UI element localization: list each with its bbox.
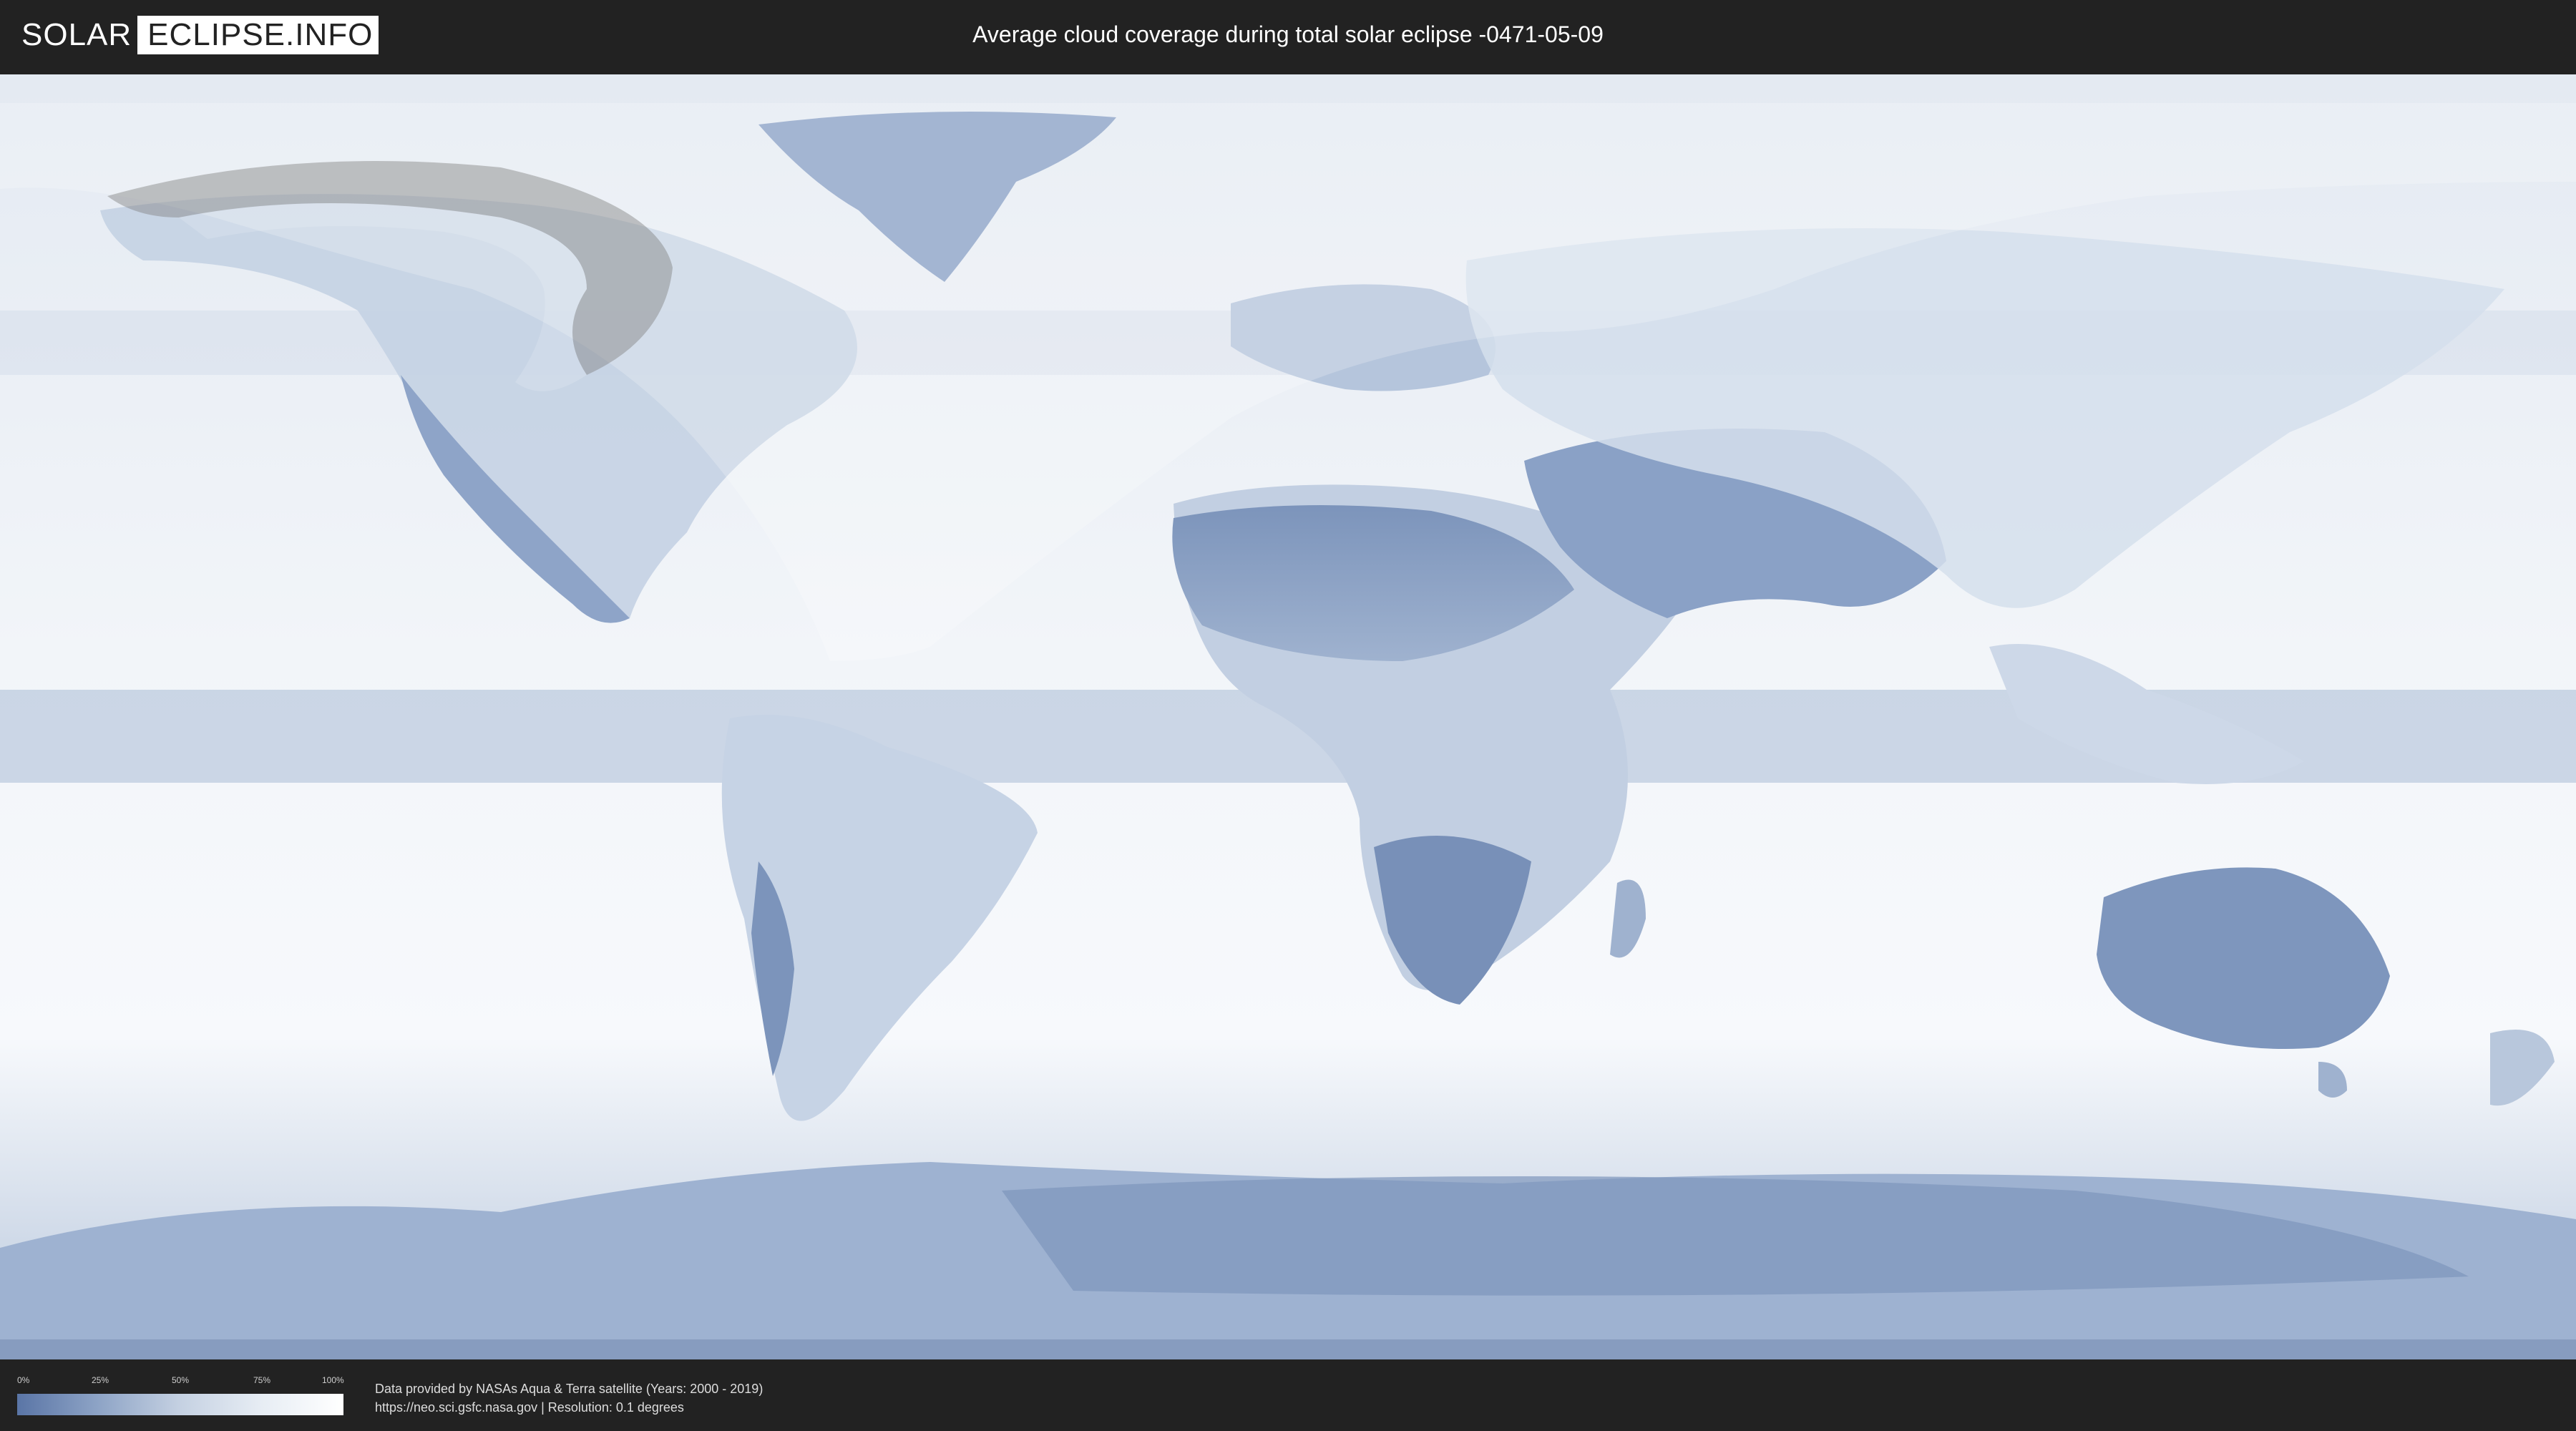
map-bottom-edge	[0, 1339, 2576, 1359]
legend-tick-75: 75%	[253, 1375, 271, 1385]
data-credits: Data provided by NASAs Aqua & Terra sate…	[375, 1379, 763, 1417]
legend-tick-25: 25%	[92, 1375, 109, 1385]
header-bar: SOLAR ECLIPSE.INFO Average cloud coverag…	[0, 0, 2576, 72]
world-map-svg	[0, 74, 2576, 1359]
legend-tick-0: 0%	[17, 1375, 30, 1385]
legend-tick-100: 100%	[322, 1375, 344, 1385]
legend-color-bar	[17, 1394, 343, 1415]
credit-line-url[interactable]: https://neo.sci.gsfc.nasa.gov | Resoluti…	[375, 1398, 763, 1417]
legend-tick-50: 50%	[172, 1375, 190, 1385]
credit-line-source: Data provided by NASAs Aqua & Terra sate…	[375, 1382, 763, 1396]
page-title: Average cloud coverage during total sola…	[972, 21, 1604, 47]
cloud-coverage-map	[0, 74, 2576, 1359]
cloud-coverage-legend: 0% 25% 50% 75% 100%	[17, 1375, 344, 1415]
